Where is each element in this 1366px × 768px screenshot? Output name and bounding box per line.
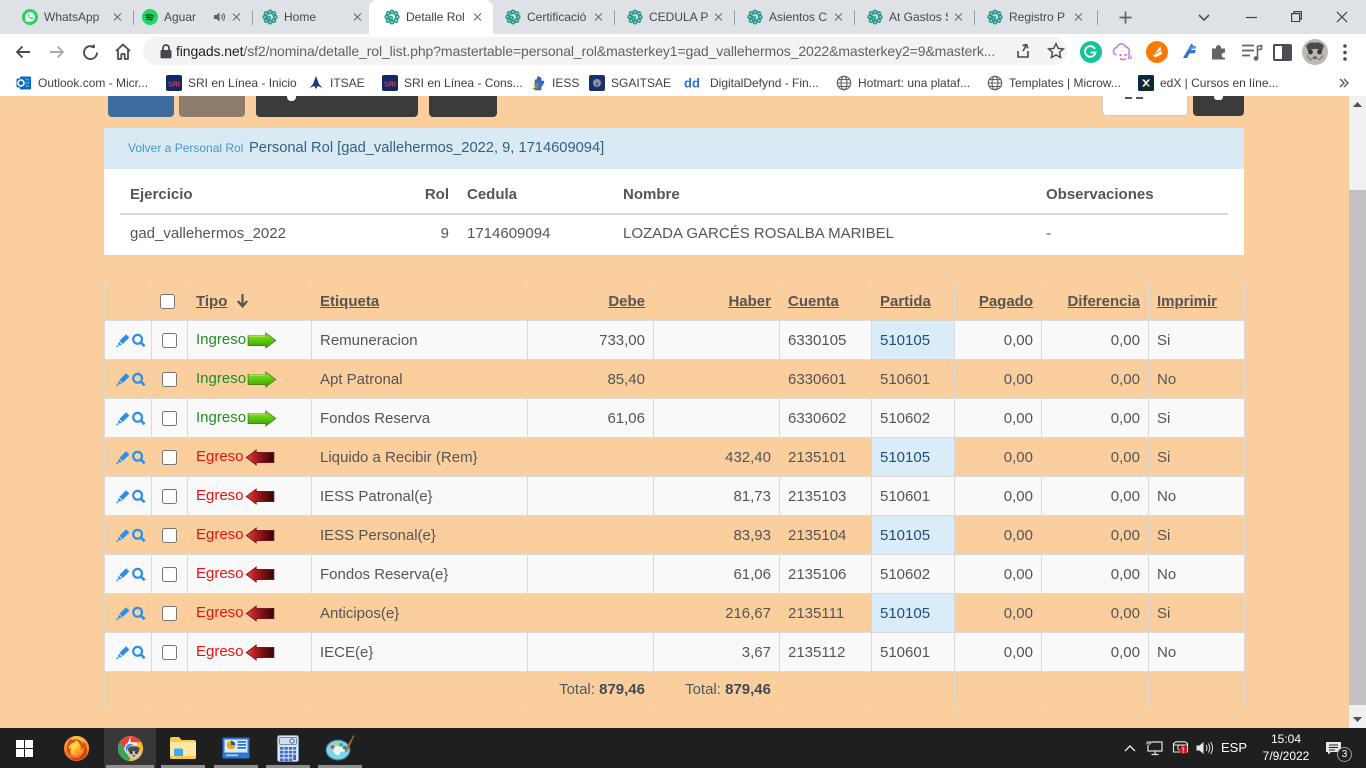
svg-text:s: s [595, 81, 598, 87]
svg-text:dd: dd [684, 76, 700, 90]
svg-text:SRI: SRI [168, 82, 180, 89]
svg-text:SRI: SRI [384, 82, 396, 89]
